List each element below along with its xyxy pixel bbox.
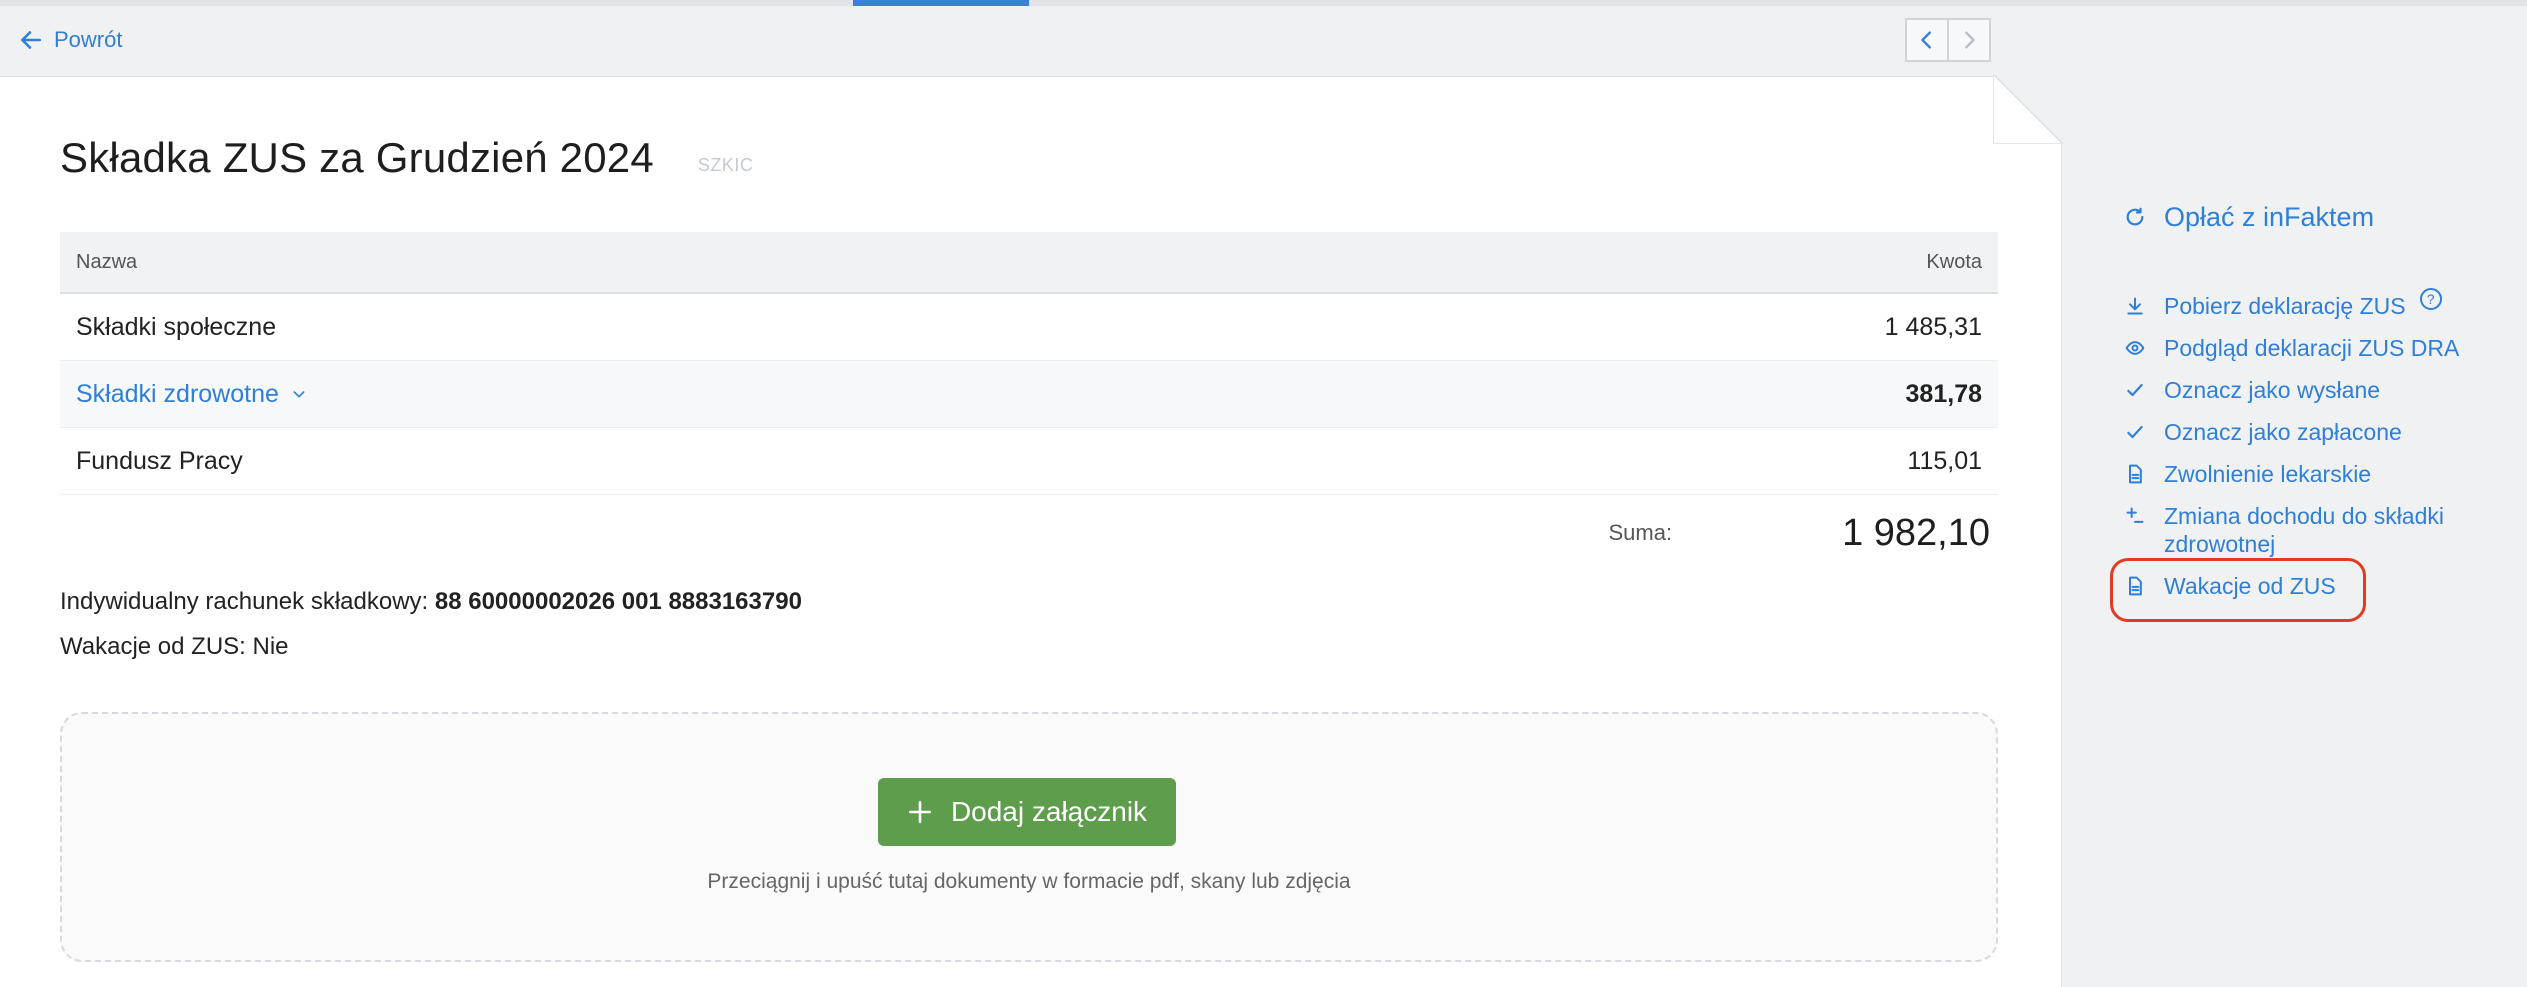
document-icon <box>2129 464 2142 484</box>
check-icon <box>2127 425 2143 439</box>
sum-row: Suma: 1 982,10 <box>60 495 1998 571</box>
attachment-dropzone[interactable]: Dodaj załącznik Przeciągnij i upuść tuta… <box>60 712 1998 962</box>
table-row: Składki zdrowotne 381,78 <box>60 361 1998 428</box>
account-number: 88 60000002026 001 8883163790 <box>434 588 802 615</box>
row-name: Składki zdrowotne <box>76 379 279 408</box>
sum-value: 1 982,10 <box>1842 511 1990 554</box>
page-fold-corner <box>1993 74 2063 144</box>
sidebar-item-label: Pobierz deklarację ZUS <box>2164 293 2406 319</box>
sidebar-item-label: Oznacz jako wysłane <box>2164 377 2381 403</box>
sidebar-action-list: Pobierz deklarację ZUS? Podgląd deklarac… <box>2110 288 2524 622</box>
chevron-down-icon <box>293 391 305 398</box>
account-label: Indywidualny rachunek składkowy: <box>60 588 429 615</box>
sidebar-item-mark-paid[interactable]: Oznacz jako zapłacone <box>2124 418 2524 446</box>
sidebar-item-label: Wakacje od ZUS <box>2164 573 2336 599</box>
refresh-pay-icon <box>2126 207 2144 226</box>
row-name: Składki społeczne <box>76 312 277 341</box>
chevron-left-icon <box>1921 31 1931 49</box>
sidebar-item-download-declaration[interactable]: Pobierz deklarację ZUS? <box>2124 288 2524 320</box>
sidebar-item-preview-declaration[interactable]: Podgląd deklaracji ZUS DRA <box>2124 334 2524 362</box>
pay-with-infakt-button[interactable]: Opłać z inFaktem <box>2124 196 2524 238</box>
sidebar-item-label: Oznacz jako zapłacone <box>2164 419 2402 445</box>
status-badge: SZKIC <box>697 155 754 175</box>
dropzone-hint: Przeciągnij i upuść tutaj dokumenty w fo… <box>707 870 1351 893</box>
row-amount: 381,78 <box>1905 379 1982 408</box>
add-attachment-button[interactable]: Dodaj załącznik <box>878 778 1176 846</box>
document-icon <box>2129 576 2142 596</box>
check-icon <box>2127 383 2143 397</box>
help-icon[interactable]: ? <box>2419 288 2442 310</box>
next-button[interactable] <box>1947 18 1991 62</box>
contributions-table: Nazwa Kwota Składki społeczne 1 485,31 S… <box>60 232 1998 571</box>
back-link-label: Powrót <box>54 27 123 52</box>
plus-minus-icon <box>2126 507 2144 523</box>
health-contributions-toggle[interactable]: Składki zdrowotne <box>76 380 307 409</box>
table-row: Fundusz Pracy 115,01 <box>60 428 1998 495</box>
previous-button[interactable] <box>1905 18 1949 62</box>
page-title: Składka ZUS za Grudzień 2024 <box>60 134 654 181</box>
actions-sidebar: Opłać z inFaktem Pobierz deklarację ZUS?… <box>2110 196 2524 622</box>
arrow-left-icon <box>21 31 41 49</box>
add-attachment-label: Dodaj załącznik <box>950 796 1148 827</box>
chevron-right-icon <box>1965 31 1975 49</box>
sidebar-item-mark-sent[interactable]: Oznacz jako wysłane <box>2124 376 2524 404</box>
document-pager <box>1905 18 1991 62</box>
eye-icon <box>2125 341 2145 355</box>
back-link[interactable]: Powrót <box>18 24 122 56</box>
row-name: Fundusz Pracy <box>76 446 243 475</box>
sidebar-item-label: Zmiana dochodu do składki zdrowotnej <box>2164 503 2444 557</box>
top-tab-strip <box>0 0 2527 6</box>
row-amount: 1 485,31 <box>1884 312 1982 341</box>
document-header: Składka ZUS za Grudzień 2024 SZKIC <box>60 134 753 182</box>
sidebar-item-label: Podgląd deklaracji ZUS DRA <box>2164 335 2460 361</box>
sum-label: Suma: <box>1608 520 1673 545</box>
pay-label: Opłać z inFaktem <box>2164 201 2375 232</box>
vacation-status: Wakacje od ZUS: Nie <box>60 633 289 660</box>
column-header-name: Nazwa <box>76 250 138 273</box>
row-amount: 115,01 <box>1907 446 1982 475</box>
plus-icon <box>908 800 931 824</box>
sidebar-item-zus-vacation[interactable]: Wakacje od ZUS <box>2110 558 2524 622</box>
account-info: Indywidualny rachunek składkowy: 88 6000… <box>60 588 802 616</box>
sidebar-item-income-change[interactable]: Zmiana dochodu do składki zdrowotnej <box>2124 502 2524 558</box>
table-row: Składki społeczne 1 485,31 <box>60 294 1998 361</box>
sidebar-item-sick-leave[interactable]: Zwolnienie lekarskie <box>2124 460 2524 488</box>
column-header-amount: Kwota <box>1926 250 1982 273</box>
table-header: Nazwa Kwota <box>60 232 1998 294</box>
download-icon <box>2127 297 2143 315</box>
sidebar-item-label: Zwolnienie lekarskie <box>2164 461 2372 487</box>
active-tab-indicator <box>853 0 1029 6</box>
